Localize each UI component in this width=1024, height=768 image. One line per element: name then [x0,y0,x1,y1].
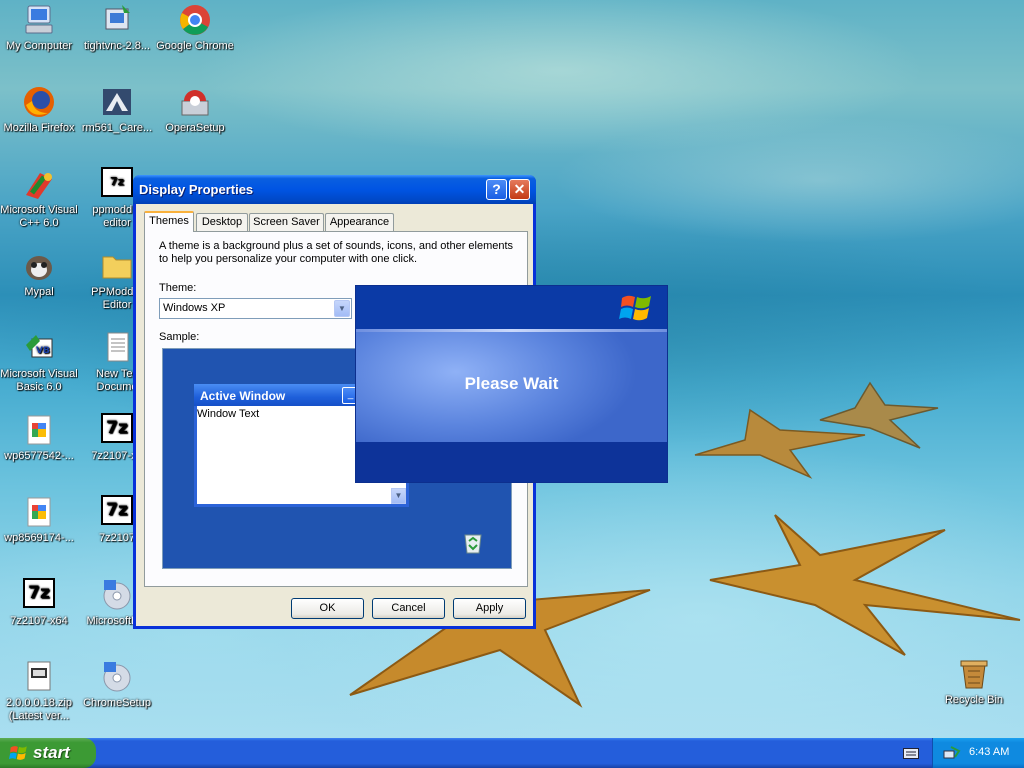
svg-text:VB: VB [36,346,50,356]
tab-screen-saver[interactable]: Screen Saver [249,213,324,232]
opera-setup-icon [178,85,212,119]
firefox-icon [22,85,56,119]
close-button[interactable]: ✕ [509,179,530,200]
sample-label: Sample: [159,331,200,343]
ok-button[interactable]: OK [291,598,364,619]
desktop-icon-zip-latest[interactable]: 2.0.0.0.18.zip (Latest ver... [0,660,78,723]
cancel-button[interactable]: Cancel [372,598,445,619]
chevron-down-icon[interactable]: ▼ [334,300,350,317]
theme-description: A theme is a background plus a set of so… [159,240,514,265]
tab-appearance[interactable]: Appearance [325,213,394,232]
recycle-bin-icon [464,534,482,554]
desktop-icon-tightvnc[interactable]: tightvnc-2.8... [78,3,156,53]
desktop-icon-my-computer[interactable]: My Computer [0,3,78,53]
text-document-icon [100,331,134,365]
image-file-icon [22,413,56,447]
sample-window-text: Window Text [197,408,260,420]
windows-logo-icon [9,746,27,760]
apply-button[interactable]: Apply [453,598,526,619]
clock[interactable]: 6:43 AM [969,746,1009,758]
setup-disc-icon [100,660,134,694]
setup-disc-icon [100,578,134,612]
visual-cpp-icon [22,167,56,201]
desktop-icon-recycle-bin[interactable]: Recycle Bin [935,657,1013,707]
mypal-icon [22,249,56,283]
start-button[interactable]: start [0,738,96,768]
window-title: Display Properties [139,182,254,197]
tab-desktop[interactable]: Desktop [196,213,248,232]
archive-7z-icon: 7z [100,495,134,529]
desktop-icon-visual-basic[interactable]: VB Microsoft Visual Basic 6.0 [0,331,78,394]
desktop-icon-wp6577542[interactable]: wp6577542-... [0,413,78,463]
theme-label: Theme: [159,282,197,294]
zip-file-icon [22,660,56,694]
windows-logo-icon [619,295,651,321]
desktop-icon-rm561[interactable]: rm561_Care... [78,85,156,135]
please-wait-dialog: Please Wait [355,285,668,483]
start-label: start [33,743,70,762]
my-computer-icon [22,3,56,37]
starfish-decoration [709,514,1021,656]
theme-select-value: Windows XP [163,302,226,314]
archive-7z-icon: 7z [100,167,134,201]
network-icon[interactable] [943,745,961,761]
chrome-icon [178,3,212,37]
desktop-icon-wp8569174[interactable]: wp8569174-... [0,495,78,545]
scroll-down-icon: ▼ [391,488,406,504]
please-wait-message: Please Wait [464,374,559,393]
keyboard-icon[interactable] [903,747,919,760]
folder-icon [100,249,134,283]
desktop-icon-firefox[interactable]: Mozilla Firefox [0,85,78,135]
recycle-bin-icon [957,657,991,691]
window-titlebar[interactable]: Display Properties ? ✕ [133,175,536,204]
image-file-icon [22,495,56,529]
visual-basic-icon: VB [22,331,56,365]
starfish-decoration [819,381,939,449]
desktop-icon-mypal[interactable]: Mypal [0,249,78,299]
desktop-icon-7z2107-x64[interactable]: 7z 7z2107-x64 [0,578,78,628]
system-tray: 6:43 AM [932,738,1024,768]
splash-header [356,286,667,329]
archive-7z-icon: 7z [100,413,134,447]
archive-7z-icon: 7z [22,578,56,612]
tab-themes[interactable]: Themes [144,211,194,232]
desktop-icon-opera-setup[interactable]: OperaSetup [156,85,234,135]
desktop-icon-google-chrome[interactable]: Google Chrome [156,3,234,53]
help-button[interactable]: ? [486,179,507,200]
splash-footer [356,442,667,482]
theme-select[interactable]: Windows XP ▼ [159,298,352,319]
installer-icon [100,3,134,37]
desktop-icon-chrome-setup[interactable]: ChromeSetup [78,660,156,710]
app-icon [100,85,134,119]
desktop-icon-visual-cpp[interactable]: Microsoft Visual C++ 6.0 [0,167,78,230]
taskbar: start 6:43 AM [0,738,1024,768]
